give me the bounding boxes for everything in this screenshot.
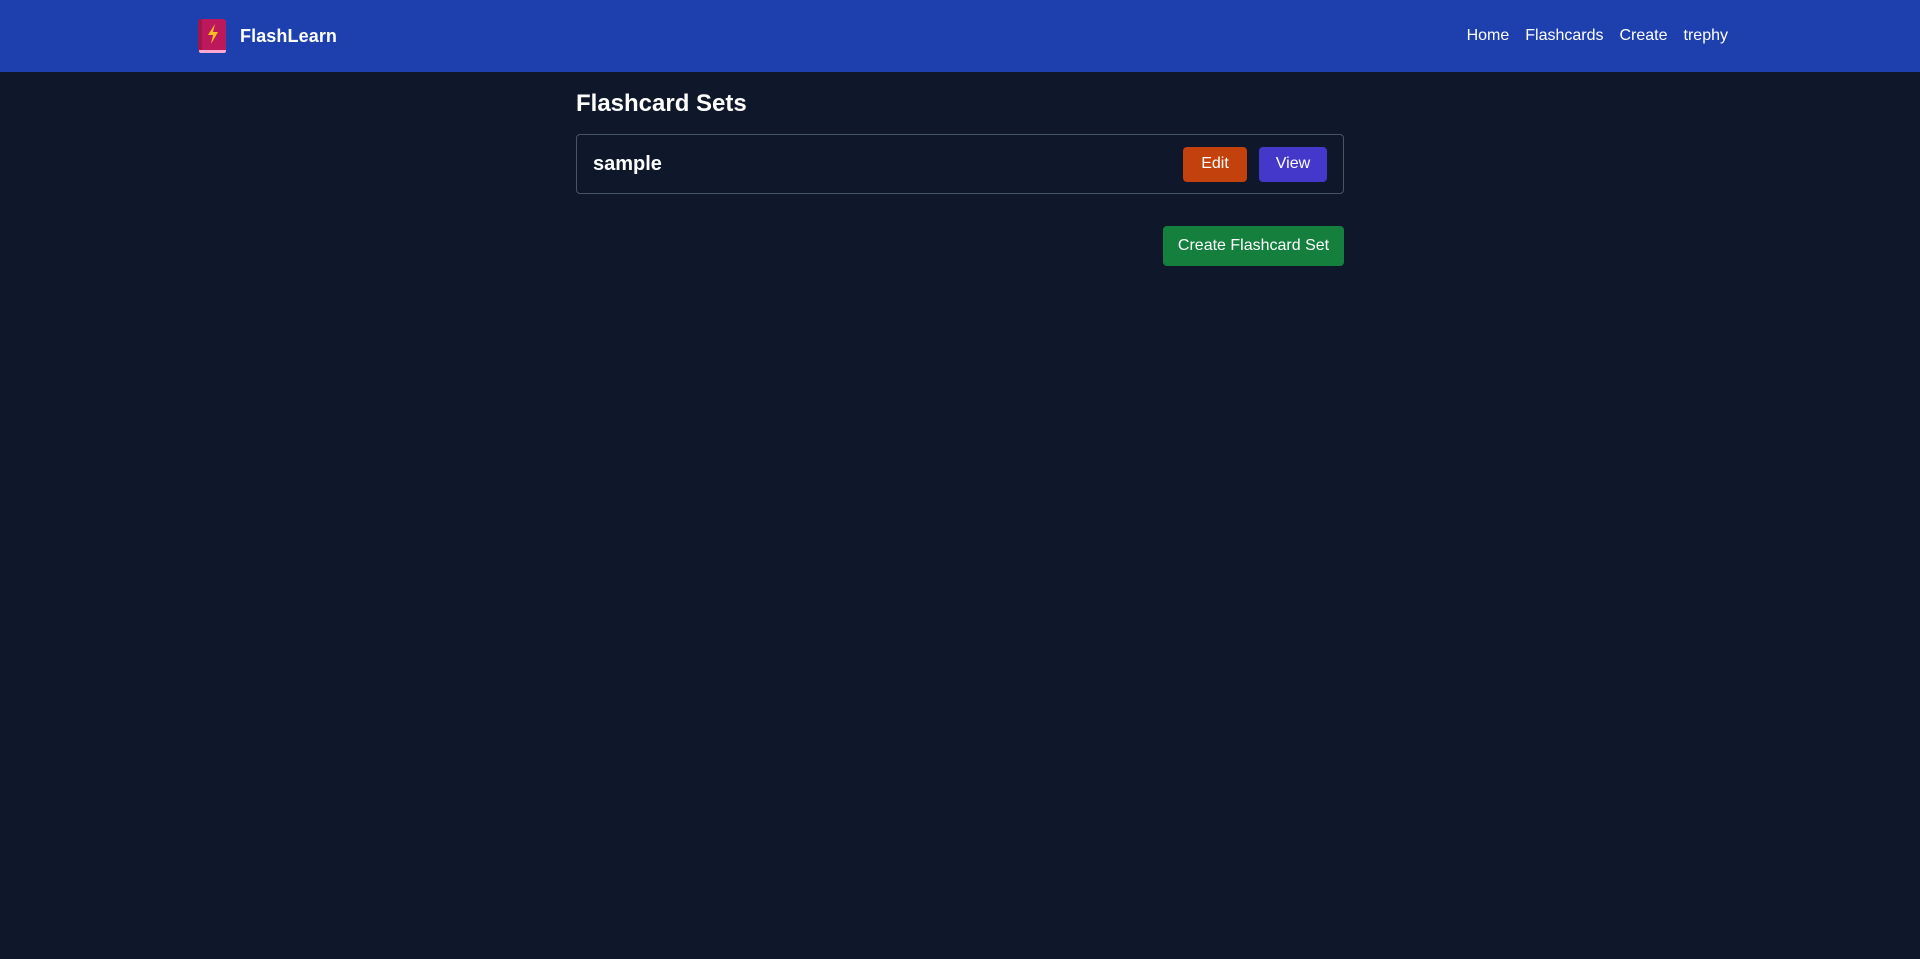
nav-link-create[interactable]: Create (1620, 24, 1668, 48)
edit-button[interactable]: Edit (1183, 146, 1247, 182)
book-lightning-icon (198, 18, 226, 54)
flashcard-set-card: sample Edit View (576, 134, 1344, 194)
nav-links: Home Flashcards Create trephy (1467, 24, 1728, 48)
create-flashcard-set-button[interactable]: Create Flashcard Set (1163, 226, 1344, 266)
brand-name: FlashLearn (240, 25, 338, 46)
main-content: Flashcard Sets sample Edit View Create F… (576, 72, 1344, 266)
page-title: Flashcard Sets (576, 90, 747, 117)
set-name: sample (593, 152, 662, 175)
brand-link[interactable]: FlashLearn (198, 18, 337, 54)
view-button[interactable]: View (1259, 146, 1327, 182)
nav-link-home[interactable]: Home (1467, 24, 1510, 48)
nav-link-flashcards[interactable]: Flashcards (1525, 24, 1603, 48)
navbar: FlashLearn Home Flashcards Create trephy (0, 0, 1920, 72)
nav-link-user[interactable]: trephy (1684, 24, 1728, 48)
create-row: Create Flashcard Set (576, 226, 1344, 266)
